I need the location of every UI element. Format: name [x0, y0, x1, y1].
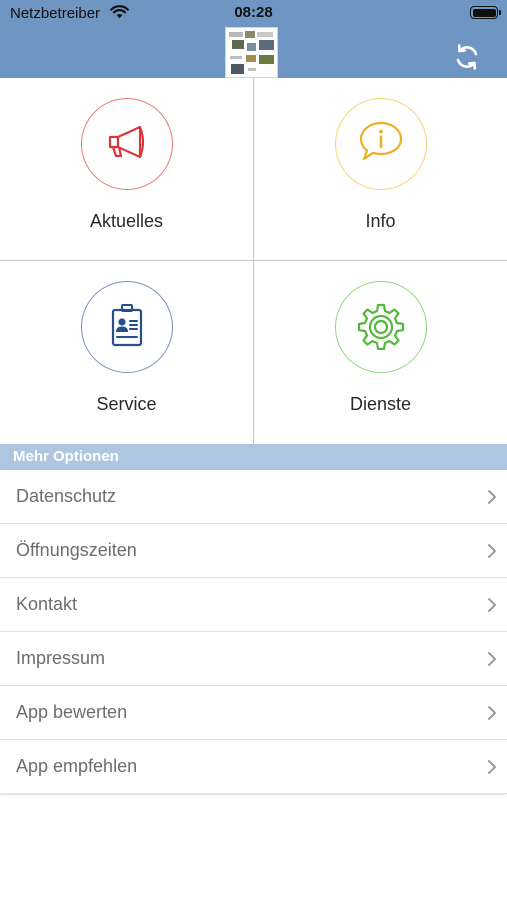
app-header: Netzbetreiber 08:28	[0, 0, 507, 78]
list-item-app-bewerten[interactable]: App bewerten	[0, 686, 507, 740]
list-item-oeffnungszeiten[interactable]: Öffnungszeiten	[0, 524, 507, 578]
chevron-right-icon	[487, 759, 497, 780]
tile-label: Info	[365, 211, 396, 231]
id-badge-icon	[107, 302, 147, 353]
status-time: 08:28	[234, 4, 273, 21]
megaphone-icon	[102, 122, 152, 167]
battery-icon	[470, 6, 501, 19]
list-item-app-empfehlen[interactable]: App empfehlen	[0, 740, 507, 794]
tile-service[interactable]: Service	[0, 261, 254, 444]
tile-grid: Aktuelles Info Service Dienste	[0, 78, 507, 444]
list-item-label: Kontakt	[16, 594, 78, 614]
list-item-label: App empfehlen	[16, 756, 138, 776]
list-item-label: App bewerten	[16, 702, 128, 722]
list-item-label: Impressum	[16, 648, 106, 668]
chevron-right-icon	[487, 597, 497, 618]
chevron-right-icon	[487, 651, 497, 672]
list-item-label: Datenschutz	[16, 486, 117, 506]
list-item-datenschutz[interactable]: Datenschutz	[0, 470, 507, 524]
chevron-right-icon	[487, 489, 497, 510]
tile-icon-circle	[334, 98, 427, 190]
gear-icon	[356, 300, 406, 355]
list-item-label: Öffnungszeiten	[16, 540, 137, 560]
options-list: Datenschutz Öffnungszeiten Kontakt Impre…	[0, 470, 507, 794]
status-bar: Netzbetreiber 08:28	[0, 0, 507, 26]
info-bubble-icon	[357, 119, 405, 170]
tile-dienste[interactable]: Dienste	[254, 261, 507, 444]
tile-label: Aktuelles	[89, 211, 164, 231]
tile-label: Dienste	[349, 394, 412, 414]
list-item-impressum[interactable]: Impressum	[0, 632, 507, 686]
tile-icon-circle	[80, 98, 173, 190]
list-item-kontakt[interactable]: Kontakt	[0, 578, 507, 632]
chevron-right-icon	[487, 705, 497, 726]
tile-icon-circle	[80, 281, 173, 373]
app-logo	[225, 27, 278, 78]
tile-aktuelles[interactable]: Aktuelles	[0, 78, 254, 261]
section-header: Mehr Optionen	[0, 444, 507, 470]
tile-info[interactable]: Info	[254, 78, 507, 261]
refresh-icon[interactable]	[452, 42, 482, 72]
chevron-right-icon	[487, 543, 497, 564]
tile-icon-circle	[334, 281, 427, 373]
tile-label: Service	[96, 394, 157, 414]
